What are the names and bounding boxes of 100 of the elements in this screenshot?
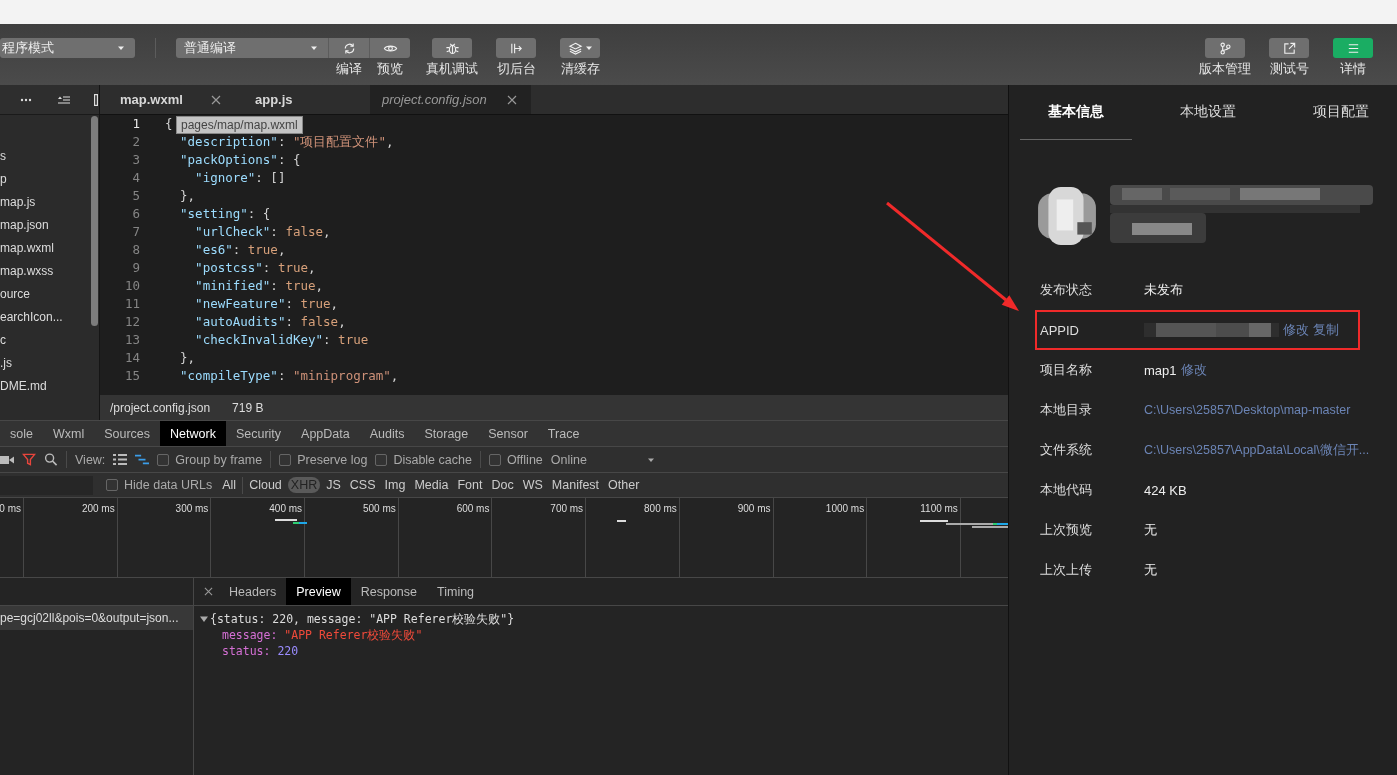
line-number: 10 (123, 277, 140, 295)
devtools-tab[interactable]: Storage (414, 421, 479, 446)
compile-dropdown[interactable]: 普通编译 (176, 38, 328, 58)
file-item[interactable]: earchIcon... (0, 306, 63, 329)
filter-button[interactable]: All (219, 477, 240, 493)
request-row[interactable]: pe=gcj02ll&pois=0&output=json... (0, 606, 193, 630)
checkbox[interactable]: Hide data URLs (106, 478, 213, 492)
filter-button[interactable]: Img (381, 477, 409, 493)
file-item[interactable]: c (0, 329, 6, 352)
blurred-avatar (1036, 185, 1098, 247)
editor-tab[interactable]: project.config.json (370, 85, 531, 114)
file-item[interactable]: p (0, 168, 7, 191)
list-icon[interactable] (58, 94, 70, 105)
mode-dropdown[interactable]: 程序模式 (0, 38, 135, 58)
detail-tab[interactable]: Timing (427, 578, 485, 605)
throttling-dropdown[interactable]: Online (550, 452, 655, 467)
panel-tab[interactable]: 本地设置 (1152, 85, 1265, 140)
filter-button[interactable]: CSS (346, 477, 379, 493)
devtools-tab[interactable]: Sources (94, 421, 161, 446)
line-number: 7 (131, 223, 140, 241)
file-item[interactable]: map.wxss (0, 260, 54, 283)
checkbox[interactable]: Group by frame (157, 452, 263, 467)
file-item[interactable]: DME.md (0, 375, 47, 398)
code-line: "minified": true, (194, 277, 324, 295)
checkbox[interactable]: Preserve log (279, 452, 368, 467)
line-number: 3 (131, 151, 140, 169)
file-item[interactable]: .js (0, 352, 12, 375)
caret-icon (310, 44, 318, 52)
json-property: message: "APP Referer校验失败" (221, 627, 423, 643)
toolbar-button[interactable]: 测试号 (1259, 38, 1319, 77)
list-view-icon[interactable] (113, 453, 128, 466)
panel-icon[interactable] (94, 93, 98, 106)
file-item[interactable]: map.wxml (0, 237, 54, 260)
toolbar-button[interactable]: 版本管理 (1195, 38, 1255, 77)
line-number: 6 (131, 205, 140, 223)
devtools-tab[interactable]: Wxml (42, 421, 95, 446)
line-number: 5 (131, 187, 140, 205)
file-size: 719 B (232, 400, 264, 415)
tick-label: 900 ms (737, 503, 771, 514)
devtools-tab[interactable]: AppData (291, 421, 360, 446)
file-item[interactable]: map.js (0, 191, 36, 214)
path-link[interactable]: C:\Users\25857\Desktop\map-master (1144, 403, 1351, 417)
info-value: 未发布 (1144, 281, 1183, 299)
close-icon[interactable] (506, 94, 517, 105)
devtools-tab[interactable]: Trace (537, 421, 590, 446)
code-line: "ignore": [] (194, 169, 286, 187)
expand-toggle-icon[interactable] (200, 615, 208, 623)
checkbox[interactable]: Disable cache (375, 452, 472, 467)
code-line: "packOptions": { (179, 151, 301, 169)
devtools-tab[interactable]: Network (160, 421, 226, 446)
close-icon[interactable] (204, 587, 213, 596)
waterfall-icon[interactable] (135, 453, 150, 466)
detail-tab[interactable]: Headers (219, 578, 287, 605)
video-camera-icon[interactable] (0, 454, 14, 465)
info-value: 424 KB (1144, 482, 1187, 498)
code-line: "postcss": true, (194, 259, 316, 277)
action-link[interactable]: 修改 (1283, 321, 1309, 339)
filter-icon[interactable] (22, 453, 36, 466)
tick-label: 300 ms (175, 503, 209, 514)
code-line: "urlCheck": false, (194, 223, 331, 241)
devtools-tab[interactable]: Sensor (478, 421, 538, 446)
more-icon[interactable] (20, 97, 32, 102)
filter-button[interactable]: Cloud (246, 477, 285, 493)
file-item[interactable]: s (0, 145, 6, 168)
filter-button[interactable]: Doc (488, 477, 517, 493)
path-link[interactable]: C:\Users\25857\AppData\Local\微信开... (1144, 441, 1370, 459)
panel-tab[interactable]: 基本信息 (1020, 85, 1133, 140)
code-line: "es6": true, (194, 241, 286, 259)
info-label: 本地代码 (1040, 481, 1093, 499)
line-number: 11 (123, 295, 140, 313)
detail-tab[interactable]: Preview (286, 578, 351, 605)
toolbar-button[interactable]: 切后台 (486, 38, 546, 77)
file-item[interactable]: ource (0, 283, 31, 306)
filter-button[interactable]: JS (323, 477, 344, 493)
filter-button[interactable]: Font (454, 477, 486, 493)
filter-button[interactable]: Other (605, 477, 643, 493)
toolbar-button[interactable]: 真机调试 (422, 38, 482, 77)
toolbar-button[interactable]: 详情 (1323, 38, 1383, 77)
file-item[interactable]: map.json (0, 214, 49, 237)
line-number: 15 (123, 367, 140, 385)
devtools-tab[interactable]: Audits (359, 421, 415, 446)
devtools-tab[interactable]: sole (0, 421, 43, 446)
detail-tab[interactable]: Response (350, 578, 427, 605)
checkbox[interactable]: Offline (488, 452, 543, 467)
line-number: 13 (123, 331, 140, 349)
devtools-tab[interactable]: Security (225, 421, 292, 446)
filter-button[interactable]: Media (411, 477, 452, 493)
editor-tab[interactable]: map.wxml (100, 85, 235, 114)
close-icon[interactable] (211, 94, 221, 105)
editor-tab[interactable]: app.js (235, 85, 370, 114)
toolbar-button[interactable]: 清缓存 (550, 38, 610, 77)
filter-button[interactable]: Manifest (548, 477, 603, 493)
scrollbar[interactable] (91, 116, 98, 326)
action-link[interactable]: 修改 (1180, 361, 1207, 379)
panel-tab[interactable]: 项目配置 (1284, 85, 1397, 140)
tick-label: 0 ms (0, 503, 21, 514)
search-icon[interactable] (44, 453, 58, 466)
info-label: 上次上传 (1040, 561, 1093, 579)
filter-button[interactable]: WS (519, 477, 546, 493)
action-link[interactable]: 复制 (1313, 321, 1339, 339)
